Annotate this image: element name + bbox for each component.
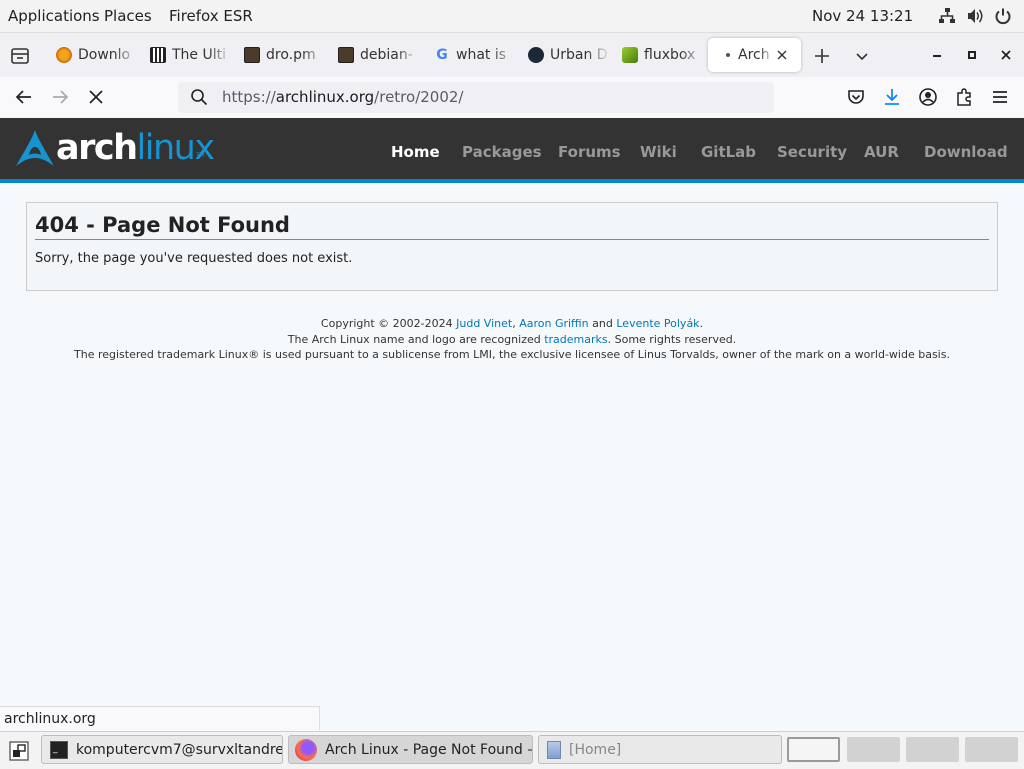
tab-title: Urban D — [550, 47, 608, 63]
tab-title: what is — [456, 47, 507, 63]
list-all-tabs-icon[interactable] — [853, 47, 871, 65]
footer-trademarks: The Arch Linux name and logo are recogni… — [0, 333, 1024, 346]
workspace-4[interactable] — [965, 737, 1018, 762]
site-favicon — [150, 47, 166, 63]
tab-title: fluxbox — [644, 47, 696, 63]
nav-download[interactable]: Download — [924, 143, 1008, 161]
taskbar-item-label: Arch Linux - Page Not Found — … — [325, 741, 532, 758]
link-aaron-griffin[interactable]: Aaron Griffin — [519, 317, 588, 330]
tab-title: Arch L — [738, 47, 774, 63]
taskbar-files[interactable]: [Home] — [538, 735, 782, 764]
urban-dictionary-favicon — [528, 47, 544, 63]
close-tab-icon[interactable] — [776, 49, 788, 61]
google-favicon: G — [436, 47, 448, 63]
tab-urban-dictionary[interactable]: Urban D — [520, 38, 614, 72]
nav-home[interactable]: Home — [391, 143, 440, 161]
pocket-icon[interactable] — [846, 87, 866, 107]
active-app-menu[interactable]: Firefox ESR — [169, 0, 253, 32]
workspace-1[interactable] — [787, 737, 840, 762]
places-menu[interactable]: Places — [104, 0, 152, 32]
nav-aur[interactable]: AUR — [864, 143, 899, 161]
link-judd-vinet[interactable]: Judd Vinet — [456, 317, 512, 330]
trademark-text: The Arch Linux name and logo are recogni… — [287, 333, 545, 346]
tab-title: The Ulti — [172, 47, 227, 63]
heading-divider — [35, 239, 989, 240]
arch-logo-icon[interactable] — [16, 130, 54, 166]
arch-logo-text[interactable]: archlinux — [56, 128, 216, 168]
show-desktop-icon[interactable] — [9, 741, 29, 761]
menu-icon[interactable] — [990, 87, 1010, 107]
files-icon — [547, 740, 561, 759]
tab-title: debian- — [360, 47, 413, 63]
tab-arch-active[interactable]: Arch L — [708, 38, 801, 72]
close-window-icon[interactable] — [1000, 49, 1012, 61]
url-path: /retro/2002/ — [374, 88, 464, 106]
error-message: Sorry, the page you've requested does no… — [35, 251, 353, 266]
logo-linux: linux — [136, 128, 216, 168]
applications-menu[interactable]: Applications — [8, 0, 100, 32]
firefox-view-icon[interactable] — [10, 46, 30, 66]
forward-icon[interactable] — [50, 87, 70, 107]
taskbar-item-label: komputercvm7@survxltandrew… — [76, 741, 283, 758]
rights-text: . Some rights reserved. — [607, 333, 737, 346]
page-heading: 404 - Page Not Found — [35, 213, 290, 237]
url-text[interactable]: https://archlinux.org/retro/2002/ — [222, 82, 463, 113]
taskbar-terminal[interactable]: _ komputercvm7@survxltandrew… — [41, 735, 283, 764]
link-trademarks[interactable]: trademarks — [544, 333, 607, 346]
taskbar-firefox[interactable]: Arch Linux - Page Not Found — … — [288, 735, 533, 764]
firefox-icon — [295, 738, 317, 761]
nav-forums[interactable]: Forums — [558, 143, 621, 161]
clock[interactable]: Nov 24 13:21 — [812, 0, 913, 32]
tab-download[interactable]: Downlo — [48, 38, 142, 72]
taskbar-item-label: [Home] — [569, 741, 622, 758]
tab-title: Downlo — [78, 47, 131, 63]
minimize-icon[interactable] — [931, 50, 943, 62]
fluxbox-favicon — [622, 47, 638, 63]
url-scheme: https:// — [222, 88, 276, 106]
tab-the-ultimate[interactable]: The Ulti — [142, 38, 236, 72]
footer-linux-trademark: The registered trademark Linux® is used … — [74, 348, 950, 361]
tab-title: dro.pm — [266, 47, 316, 63]
extensions-icon[interactable] — [954, 87, 974, 107]
nav-security[interactable]: Security — [777, 143, 847, 161]
copyright-text: Copyright © 2002-2024 — [320, 317, 457, 330]
loading-dot-icon — [726, 53, 730, 57]
nav-wiki[interactable]: Wiki — [640, 143, 677, 161]
stop-icon[interactable] — [86, 87, 106, 107]
arch-header-stripe — [0, 179, 1024, 183]
download-favicon — [56, 47, 72, 63]
back-icon[interactable] — [14, 87, 34, 107]
separator-text: . — [699, 317, 704, 330]
tab-fluxbox[interactable]: fluxbox — [614, 38, 708, 72]
logo-trademark: TM — [196, 152, 205, 159]
volume-icon[interactable] — [966, 7, 984, 25]
maximize-icon[interactable] — [966, 49, 978, 61]
url-host: archlinux.org — [275, 88, 375, 106]
tab-dro-pm[interactable]: dro.pm — [236, 38, 330, 72]
dropm-favicon — [244, 47, 260, 63]
separator-text: and — [588, 317, 617, 330]
workspace-2[interactable] — [847, 737, 900, 762]
account-icon[interactable] — [918, 87, 938, 107]
tab-debian[interactable]: debian- — [330, 38, 424, 72]
nav-gitlab[interactable]: GitLab — [701, 143, 756, 161]
status-panel: archlinux.org — [0, 706, 320, 730]
workspace-3[interactable] — [906, 737, 959, 762]
tab-google[interactable]: G what is — [426, 38, 520, 72]
search-icon — [191, 89, 208, 106]
nav-packages[interactable]: Packages — [462, 143, 542, 161]
debian-favicon — [338, 47, 354, 63]
terminal-icon: _ — [50, 740, 68, 759]
network-icon[interactable] — [938, 7, 956, 25]
new-tab-icon[interactable] — [813, 47, 831, 65]
power-icon[interactable] — [994, 7, 1012, 25]
link-levente-polyak[interactable]: Levente Polyák — [616, 317, 699, 330]
footer-copyright: Copyright © 2002-2024 Judd Vinet, Aaron … — [0, 317, 1024, 330]
logo-arch: arch — [56, 128, 138, 168]
downloads-icon[interactable] — [882, 87, 902, 107]
